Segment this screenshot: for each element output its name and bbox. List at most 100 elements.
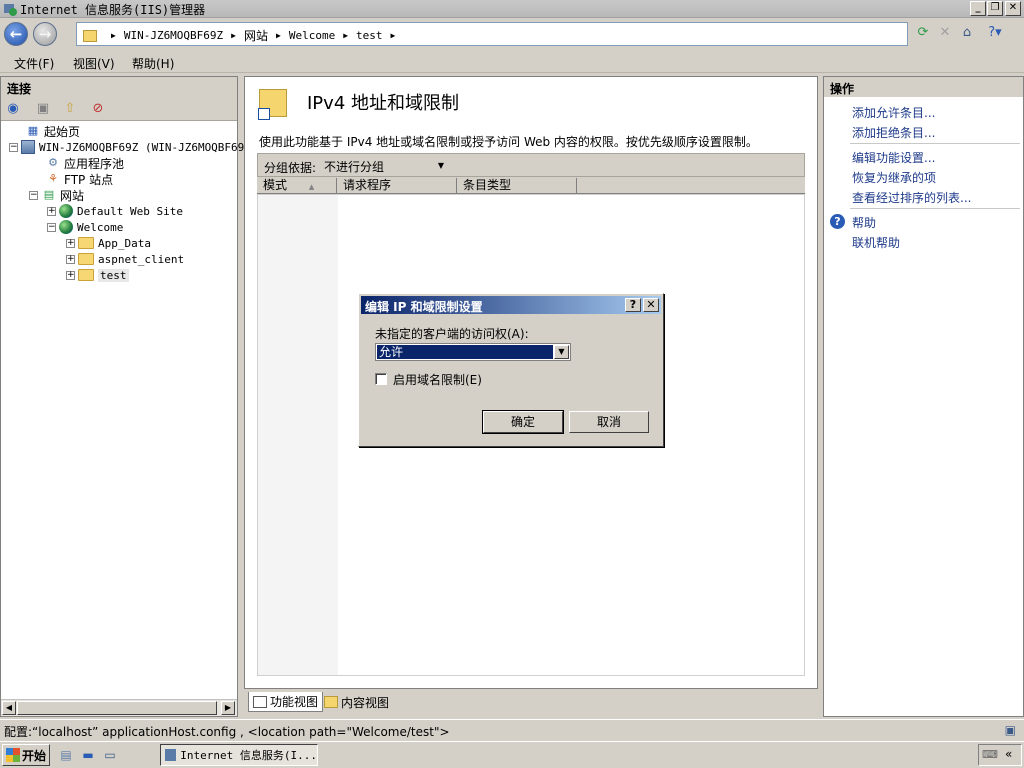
chevron-right-icon[interactable]: ▶ xyxy=(231,31,236,40)
ftp-icon: ⚘ xyxy=(48,172,58,185)
arrow-left-icon: ← xyxy=(9,25,23,43)
crumb-test[interactable]: test xyxy=(356,29,383,42)
horizontal-scrollbar[interactable]: ◀ ▶ xyxy=(1,699,237,716)
chevron-left-icon[interactable]: « xyxy=(1005,747,1012,761)
expand-toggle[interactable]: + xyxy=(66,238,75,248)
tree-welcome[interactable]: − Welcome xyxy=(47,219,123,235)
tree-app-pools[interactable]: ⚙ 应用程序池 xyxy=(45,155,124,171)
arrow-right-icon: → xyxy=(38,25,52,43)
refresh-icon[interactable]: ⟳ xyxy=(914,24,932,42)
cancel-button[interactable]: 取消 xyxy=(569,411,649,433)
menu-help[interactable]: 帮助(H) xyxy=(132,55,174,72)
scroll-right-icon[interactable]: ▶ xyxy=(221,701,235,715)
expand-toggle[interactable]: + xyxy=(66,254,75,264)
action-edit-feature-settings[interactable]: 编辑功能设置... xyxy=(852,149,935,166)
tab-content-view[interactable]: 内容视图 xyxy=(320,692,393,712)
disconnect-icon[interactable]: ⊘ xyxy=(89,100,107,118)
chevron-right-icon[interactable]: ▶ xyxy=(276,31,281,40)
access-select-value: 允许 xyxy=(377,345,553,359)
chevron-down-icon[interactable]: ▼ xyxy=(554,345,569,359)
powershell-icon[interactable]: ▬ xyxy=(80,747,96,763)
action-help[interactable]: 帮助 xyxy=(852,214,876,231)
home-icon[interactable]: ⌂ xyxy=(958,24,976,42)
actions-panel: 操作 添加允许条目... 添加拒绝条目... 编辑功能设置... 恢复为继承的项… xyxy=(823,76,1024,717)
crumb-sites[interactable]: 网站 xyxy=(244,27,268,44)
access-select[interactable]: 允许 ▼ xyxy=(375,343,571,361)
collapse-toggle[interactable]: − xyxy=(47,222,56,232)
chevron-down-icon: ▼ xyxy=(437,161,444,170)
iis-app-icon xyxy=(165,749,177,761)
system-tray: ⌨ « xyxy=(978,744,1022,766)
show-desktop-icon[interactable]: ▭ xyxy=(102,747,118,763)
tab-features-view[interactable]: 功能视图 xyxy=(248,692,324,712)
chevron-right-icon[interactable]: ▶ xyxy=(391,31,396,40)
scroll-thumb[interactable] xyxy=(17,701,217,715)
collapse-toggle[interactable]: − xyxy=(9,142,18,152)
tree-sites[interactable]: − ▤ 网站 xyxy=(29,187,84,203)
save-icon[interactable]: ▣ xyxy=(34,100,52,118)
crumb-welcome[interactable]: Welcome xyxy=(289,29,335,42)
page-icon xyxy=(83,29,97,42)
collapse-toggle[interactable]: − xyxy=(29,190,38,200)
forward-button[interactable]: → xyxy=(33,22,57,46)
column-header-entry-type[interactable]: 条目类型 xyxy=(457,178,577,193)
ok-button[interactable]: 确定 xyxy=(482,410,564,434)
column-header-mode[interactable]: 模式 ▲ xyxy=(257,178,337,193)
enable-domain-restriction-label[interactable]: 启用域名限制(E) xyxy=(393,371,482,388)
action-view-ordered-list[interactable]: 查看经过排序的列表... xyxy=(852,189,971,206)
connect-globe-icon[interactable]: ◉ xyxy=(4,100,22,118)
enable-domain-restriction-checkbox[interactable] xyxy=(375,373,387,385)
tree-aspnet-client[interactable]: + aspnet_client xyxy=(66,251,184,267)
action-add-allow[interactable]: 添加允许条目... xyxy=(852,104,935,121)
minimize-button[interactable]: _ xyxy=(970,1,986,16)
action-online-help[interactable]: 联机帮助 xyxy=(852,234,900,251)
edit-ip-restriction-dialog: 编辑 IP 和域限制设置 ? ✕ 未指定的客户端的访问权(A): 允许 ▼ 启用… xyxy=(358,293,664,447)
tree-ftp-sites[interactable]: ⚘ FTP 站点 xyxy=(45,171,113,187)
actions-divider xyxy=(850,143,1020,144)
server-manager-icon[interactable]: ▤ xyxy=(58,747,74,763)
menu-file[interactable]: 文件(F) xyxy=(14,55,54,72)
tree-default-web-site[interactable]: + Default Web Site xyxy=(47,203,183,219)
tree-start-page[interactable]: ▦ 起始页 xyxy=(25,123,80,139)
address-breadcrumb[interactable]: ▶ WIN-JZ6MOQBF69Z ▶ 网站 ▶ Welcome ▶ test … xyxy=(76,22,908,46)
menu-view[interactable]: 视图(V) xyxy=(73,55,115,72)
crumb-server[interactable]: WIN-JZ6MOQBF69Z xyxy=(124,29,223,42)
server-icon xyxy=(21,140,35,154)
start-button[interactable]: 开始 xyxy=(2,744,50,766)
up-folder-icon[interactable]: ⇧ xyxy=(61,100,79,118)
expand-toggle[interactable]: + xyxy=(66,270,75,280)
expand-toggle[interactable]: + xyxy=(47,206,56,216)
dialog-title-bar[interactable]: 编辑 IP 和域限制设置 ? ✕ xyxy=(361,296,661,314)
tree-app-data[interactable]: + App_Data xyxy=(66,235,151,251)
folder-icon xyxy=(78,237,94,249)
back-button[interactable]: ← xyxy=(4,22,28,46)
keyboard-icon[interactable]: ⌨ xyxy=(982,748,998,761)
dialog-close-button[interactable]: ✕ xyxy=(643,298,659,312)
taskbar-iis-manager[interactable]: Internet 信息服务(I... xyxy=(160,744,318,766)
dialog-help-button[interactable]: ? xyxy=(625,298,641,312)
ip-restriction-icon xyxy=(258,89,287,120)
title-bar[interactable]: Internet 信息服务(IIS)管理器 _ ❐ ✕ xyxy=(0,0,1024,18)
tree-test[interactable]: + test xyxy=(66,267,129,283)
restore-button[interactable]: ❐ xyxy=(987,1,1003,16)
address-bar: ← → ▶ WIN-JZ6MOQBF69Z ▶ 网站 ▶ Welcome ▶ t… xyxy=(0,18,1024,50)
help-menu-icon[interactable]: ?▾ xyxy=(986,24,1004,42)
connections-header: 连接 xyxy=(1,77,237,97)
group-by-select[interactable]: 不进行分组 ▼ xyxy=(320,157,446,175)
globe-icon xyxy=(59,204,73,218)
network-status-icon: ▣ xyxy=(1004,723,1016,737)
scroll-left-icon[interactable]: ◀ xyxy=(2,701,16,715)
action-revert-to-inherited[interactable]: 恢复为继承的项 xyxy=(852,169,936,186)
close-window-button[interactable]: ✕ xyxy=(1005,1,1021,16)
sort-ascending-icon: ▲ xyxy=(308,183,315,191)
action-add-deny[interactable]: 添加拒绝条目... xyxy=(852,124,935,141)
windows-logo-icon xyxy=(6,748,20,762)
tree-server[interactable]: − WIN-JZ6MOQBF69Z (WIN-JZ6MOQBF69Z xyxy=(9,139,251,155)
stop-icon[interactable]: ✕ xyxy=(936,24,954,42)
content-view-icon xyxy=(324,696,338,708)
sites-icon: ▤ xyxy=(43,188,55,201)
folder-icon xyxy=(78,269,94,281)
column-header-requestor[interactable]: 请求程序 xyxy=(337,178,457,193)
chevron-right-icon[interactable]: ▶ xyxy=(111,31,116,40)
chevron-right-icon[interactable]: ▶ xyxy=(343,31,348,40)
